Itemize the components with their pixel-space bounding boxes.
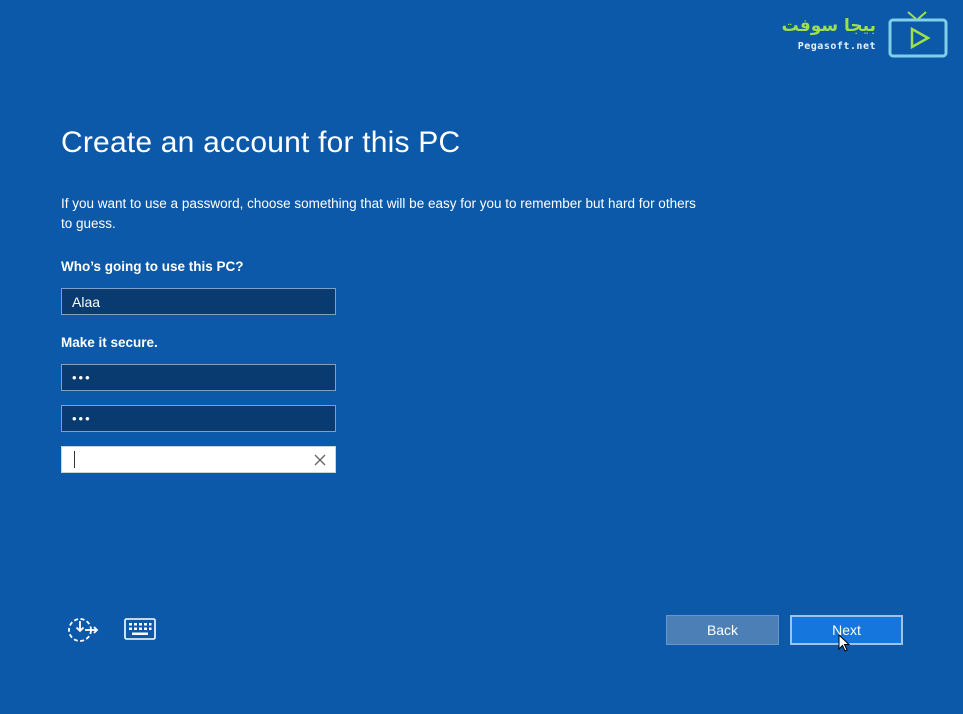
- back-button[interactable]: Back: [666, 615, 779, 645]
- tv-play-logo-icon: [886, 10, 950, 62]
- brand-watermark: بيجا سوفت Pegasoft.net: [764, 8, 954, 60]
- username-input[interactable]: Alaa: [61, 288, 336, 315]
- password-masked-value: •••: [72, 370, 92, 385]
- password-hint-input[interactable]: [61, 446, 336, 473]
- reenter-password-masked-value: •••: [72, 411, 92, 426]
- close-icon[interactable]: [313, 453, 327, 467]
- password-hint-value: [74, 451, 75, 468]
- keyboard-icon[interactable]: [124, 618, 156, 644]
- mouse-pointer-icon: [838, 633, 851, 656]
- page-title: Create an account for this PC: [61, 126, 461, 159]
- username-value: Alaa: [72, 293, 101, 310]
- page-description: If you want to use a password, choose so…: [61, 196, 696, 231]
- username-label: Who’s going to use this PC?: [61, 259, 244, 274]
- brand-arabic-name: بيجا سوفت: [781, 16, 876, 36]
- brand-url: Pegasoft.net: [797, 41, 876, 52]
- password-label: Make it secure.: [61, 335, 158, 350]
- text-caret: [74, 451, 75, 468]
- password-input[interactable]: •••: [61, 364, 336, 391]
- reenter-password-input[interactable]: •••: [61, 405, 336, 432]
- ease-of-access-icon[interactable]: [65, 613, 99, 651]
